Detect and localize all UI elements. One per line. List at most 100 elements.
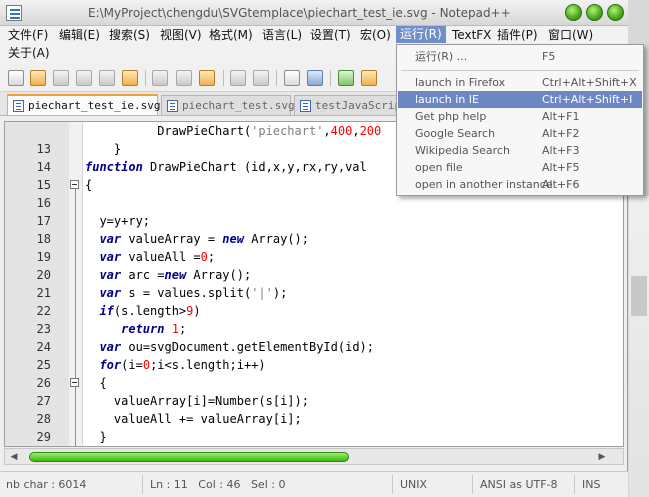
toolbar-separator bbox=[276, 70, 277, 86]
cursor-position: Ln : 11 Col : 46 Sel : 0 bbox=[150, 478, 286, 491]
menu-window[interactable]: 窗口(W) bbox=[548, 27, 593, 44]
scroll-right-icon[interactable]: ▶ bbox=[597, 452, 607, 462]
menu-about[interactable]: 关于(A) bbox=[8, 45, 50, 62]
scroll-left-icon[interactable]: ◀ bbox=[9, 452, 19, 462]
document-icon bbox=[300, 100, 311, 112]
document-icon bbox=[13, 100, 24, 112]
code-text: } bbox=[85, 142, 122, 156]
run-menu-item-open-another-instance[interactable]: open in another instance Alt+F6 bbox=[398, 176, 642, 193]
redo-icon[interactable] bbox=[253, 70, 269, 86]
fold-toggle-icon[interactable] bbox=[70, 378, 79, 387]
code-text: valueAll += valueArray[i]; bbox=[85, 412, 302, 426]
save-all-icon[interactable] bbox=[76, 70, 92, 86]
menu-format[interactable]: 格式(M) bbox=[209, 27, 253, 44]
horizontal-scrollbar[interactable]: ◀ ▶ bbox=[4, 448, 624, 465]
run-menu-dropdown: 运行(R) ... F5 launch in Firefox Ctrl+Alt+… bbox=[396, 44, 644, 196]
code-text: valueArray[i]=Number(s[i]); bbox=[85, 394, 309, 408]
status-separator bbox=[392, 475, 393, 494]
code-text: y=y+ry; bbox=[85, 214, 151, 228]
copy-icon[interactable] bbox=[176, 70, 192, 86]
menu-macro[interactable]: 宏(O) bbox=[360, 27, 391, 44]
menu-plugins[interactable]: 插件(P) bbox=[497, 27, 538, 44]
run-menu-item-launch-firefox[interactable]: launch in Firefox Ctrl+Alt+Shift+X bbox=[398, 74, 642, 91]
tab-piechart-test[interactable]: piechart_test.svg bbox=[161, 95, 295, 115]
status-bar: nb char : 6014 Ln : 11 Col : 46 Sel : 0 … bbox=[0, 471, 628, 497]
encoding: ANSI as UTF-8 bbox=[480, 478, 558, 491]
code-line: 19 var valueArray = new Array(); bbox=[5, 230, 623, 264]
status-separator bbox=[472, 475, 473, 494]
menu-settings[interactable]: 设置(T) bbox=[310, 27, 351, 44]
code-text: var valueAll =0; bbox=[99, 250, 216, 264]
code-line: 24 return 1; bbox=[5, 320, 623, 354]
tab-label: piechart_test.svg bbox=[182, 99, 295, 112]
code-text: return 1; bbox=[121, 322, 187, 336]
undo-icon[interactable] bbox=[230, 70, 246, 86]
code-line: 29 valueAll += valueArray[i]; bbox=[5, 410, 623, 444]
tab-testjavascript[interactable]: testJavaScrip bbox=[294, 95, 404, 115]
desktop-background bbox=[629, 196, 649, 497]
maximize-button[interactable] bbox=[586, 4, 603, 21]
code-text: { bbox=[85, 376, 107, 390]
close-button[interactable] bbox=[607, 4, 624, 21]
code-line: 27 { bbox=[5, 374, 623, 408]
status-separator bbox=[574, 475, 575, 494]
code-text: var ou=svgDocument.getElementById(id); bbox=[99, 340, 375, 354]
cut-icon[interactable] bbox=[152, 70, 168, 86]
status-separator bbox=[142, 475, 143, 494]
minimize-button[interactable] bbox=[565, 4, 582, 21]
tab-label: testJavaScrip bbox=[315, 99, 402, 112]
code-text: var valueArray = new Array(); bbox=[99, 232, 310, 246]
window-title: E:\MyProject\chengdu\SVGtemplace\piechar… bbox=[88, 6, 511, 20]
menu-edit[interactable]: 编辑(E) bbox=[59, 27, 100, 44]
eol-format: UNIX bbox=[400, 478, 428, 491]
toolbar-separator bbox=[330, 70, 331, 86]
code-line: 26 for(i=0;i<s.length;i++) bbox=[5, 356, 623, 390]
code-text: function DrawPieChart (id,x,y,rx,ry,val bbox=[85, 160, 367, 174]
zoom-in-icon[interactable] bbox=[338, 70, 354, 86]
find-icon[interactable] bbox=[284, 70, 300, 86]
menu-search[interactable]: 搜索(S) bbox=[109, 27, 150, 44]
open-file-icon[interactable] bbox=[30, 70, 46, 86]
document-icon bbox=[167, 100, 178, 112]
code-text: { bbox=[85, 178, 93, 192]
run-menu-item-open-file[interactable]: open file Alt+F5 bbox=[398, 159, 642, 176]
code-text: } bbox=[85, 430, 107, 444]
scrollbar-thumb[interactable] bbox=[29, 452, 349, 462]
title-bar: E:\MyProject\chengdu\SVGtemplace\piechar… bbox=[0, 0, 628, 26]
line-number: 30 bbox=[5, 446, 51, 447]
run-menu-item-php-help[interactable]: Get php help Alt+F1 bbox=[398, 108, 642, 125]
notepad-app-icon bbox=[6, 5, 22, 21]
run-menu-item-wikipedia-search[interactable]: Wikipedia Search Alt+F3 bbox=[398, 142, 642, 159]
code-line: 18 y=y+ry; bbox=[5, 212, 623, 246]
toolbar-separator bbox=[145, 70, 146, 86]
code-line: 23 if(s.length>9) bbox=[5, 302, 623, 336]
code-line: 22 var s = values.split('|'); bbox=[5, 284, 623, 318]
menu-textfx[interactable]: TextFX bbox=[452, 27, 491, 44]
char-count: nb char : 6014 bbox=[6, 478, 87, 491]
save-icon[interactable] bbox=[53, 70, 69, 86]
replace-icon[interactable] bbox=[307, 70, 323, 86]
menu-run[interactable]: 运行(R) bbox=[396, 26, 446, 43]
zoom-out-icon[interactable] bbox=[361, 70, 377, 86]
paste-icon[interactable] bbox=[199, 70, 215, 86]
close-all-icon[interactable] bbox=[122, 70, 138, 86]
close-icon[interactable] bbox=[99, 70, 115, 86]
run-menu-item-launch-ie[interactable]: launch in IE Ctrl+Alt+Shift+I bbox=[398, 91, 642, 108]
toolbar-separator bbox=[223, 70, 224, 86]
menu-view[interactable]: 视图(V) bbox=[160, 27, 202, 44]
code-text: var s = values.split('|'); bbox=[99, 286, 288, 300]
menu-file[interactable]: 文件(F) bbox=[8, 27, 48, 44]
code-line: 30 } bbox=[5, 428, 623, 447]
fold-toggle-icon[interactable] bbox=[70, 180, 79, 189]
run-menu-item-run[interactable]: 运行(R) ... F5 bbox=[398, 48, 642, 65]
tab-piechart-test-ie[interactable]: piechart_test_ie.svg bbox=[7, 94, 160, 115]
code-line: 25 var ou=svgDocument.getElementById(id)… bbox=[5, 338, 623, 372]
code-text: var arc =new Array(); bbox=[99, 268, 252, 282]
menu-separator bbox=[401, 70, 639, 71]
code-line: 17 bbox=[5, 194, 623, 228]
menu-language[interactable]: 语言(L) bbox=[262, 27, 302, 44]
new-file-icon[interactable] bbox=[8, 70, 24, 86]
insert-mode: INS bbox=[582, 478, 601, 491]
code-line: 21 var arc =new Array(); bbox=[5, 266, 623, 300]
run-menu-item-google-search[interactable]: Google Search Alt+F2 bbox=[398, 125, 642, 142]
